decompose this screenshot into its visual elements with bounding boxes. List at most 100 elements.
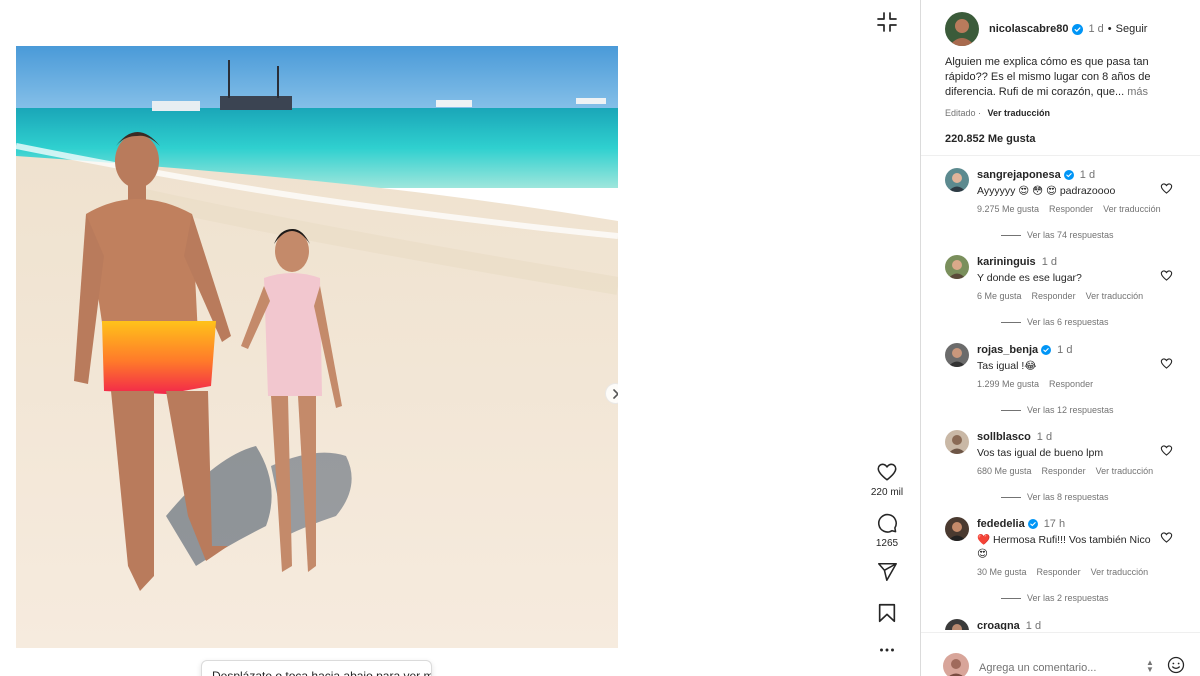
comment-text: Y donde es ese lugar? [977, 272, 1082, 284]
comment-actions: 9.275 Me gusta Responder Ver traducción [977, 204, 1161, 214]
author-username[interactable]: nicolascabre80 [989, 23, 1069, 35]
heart-icon[interactable] [1160, 444, 1173, 457]
heart-icon[interactable] [1160, 531, 1173, 544]
verified-badge-icon [1027, 519, 1038, 530]
view-replies-link[interactable]: Ver las 74 respuestas [1001, 230, 1114, 240]
heart-icon[interactable] [1160, 182, 1173, 195]
reply-button[interactable]: Responder [1037, 567, 1081, 577]
comment-time[interactable]: 1 d [1057, 344, 1072, 356]
comment-username[interactable]: rojas_benja [977, 344, 1038, 356]
send-icon[interactable] [876, 561, 898, 583]
avatar[interactable] [945, 619, 969, 630]
chevron-right-icon [612, 388, 618, 399]
likes-count: 220 mil [870, 487, 904, 498]
more-icon[interactable] [876, 644, 898, 656]
avatar[interactable] [945, 517, 969, 541]
view-replies-link[interactable]: Ver las 8 respuestas [1001, 492, 1109, 502]
caption-text: Alguien me explica cómo es que pasa tan … [945, 56, 1151, 98]
comment-time[interactable]: 17 h [1044, 518, 1065, 530]
follow-button[interactable]: Seguir [1116, 23, 1148, 35]
heart-icon[interactable] [1160, 269, 1173, 282]
avatar[interactable] [945, 168, 969, 192]
avatar[interactable] [945, 12, 979, 46]
post-likes-count[interactable]: 220.852 Me gusta [945, 133, 1036, 145]
view-replies-label: Ver las 12 respuestas [1027, 405, 1114, 415]
comment-time[interactable]: 1 d [1080, 169, 1095, 181]
view-replies-link[interactable]: Ver las 2 respuestas [1001, 593, 1109, 603]
comment-input[interactable] [979, 657, 1149, 676]
comments-count: 1265 [875, 538, 899, 549]
comment-header: sollblasco 1 d [977, 430, 1157, 445]
bookmark-icon[interactable] [876, 602, 898, 624]
translate-button[interactable]: Ver traducción [1096, 466, 1154, 476]
comment-username[interactable]: karininguis [977, 256, 1036, 268]
current-user-avatar-image [943, 653, 969, 676]
avatar-image [945, 168, 969, 192]
avatar-image [945, 517, 969, 541]
edited-label: Editado [945, 108, 976, 118]
reply-button[interactable]: Responder [1032, 291, 1076, 301]
comment-likes[interactable]: 680 Me gusta [977, 466, 1032, 476]
comment-likes[interactable]: 1.299 Me gusta [977, 379, 1039, 389]
comment-text: Vos tas igual de bueno lpm [977, 447, 1104, 459]
caption-more-link[interactable]: más [1127, 86, 1148, 98]
comment-time[interactable]: 1 d [1026, 620, 1041, 630]
view-replies-link[interactable]: Ver las 6 respuestas [1001, 317, 1109, 327]
heart-icon[interactable] [1160, 357, 1173, 370]
post-photo[interactable] [16, 46, 618, 648]
comment-body: karininguis 1 d Y donde es ese lugar? 6 M… [977, 255, 1157, 301]
replies-line [1001, 235, 1021, 237]
comments-list: sangrejaponesa 1 d Ayyyyyy 😍 😳 😍 padrazoo… [921, 156, 1200, 630]
separator-dot: • [1107, 23, 1112, 35]
post-sidebar: nicolascabre80 1 d • Seguir Alguien me e… [920, 0, 1200, 676]
share-action [866, 561, 908, 583]
reply-button[interactable]: Responder [1049, 379, 1093, 389]
comment-icon[interactable] [876, 512, 898, 534]
post-header: nicolascabre80 1 d • Seguir [945, 12, 1147, 46]
collapse-icon [877, 12, 897, 32]
comment-header: rojas_benja 1 d [977, 343, 1157, 358]
see-translation-link[interactable]: Ver traducción [988, 108, 1051, 118]
comment-actions: 30 Me gusta Responder Ver traducción [977, 567, 1157, 577]
avatar-image [945, 619, 969, 630]
avatar[interactable] [945, 343, 969, 367]
avatar[interactable] [945, 430, 969, 454]
comment-time[interactable]: 1 d [1042, 256, 1057, 268]
comment-likes[interactable]: 9.275 Me gusta [977, 204, 1039, 214]
comment-username[interactable]: sollblasco [977, 431, 1031, 443]
stepper-down-icon: ▼ [1146, 665, 1154, 674]
comment-actions: 6 Me gusta Responder Ver traducción [977, 291, 1157, 301]
reply-button[interactable]: Responder [1049, 204, 1093, 214]
comment-text: ❤️ Hermosa Rufi!!! Vos también Nico 😍 [977, 534, 1151, 560]
beach-photo-illustration [16, 46, 618, 648]
avatar-image [945, 430, 969, 454]
heart-icon[interactable] [876, 461, 898, 483]
collapse-button[interactable] [875, 10, 899, 34]
comment-text: Ayyyyyy 😍 😳 😍 padrazoooo [977, 185, 1116, 197]
comment-time[interactable]: 1 d [1037, 431, 1052, 443]
translate-button[interactable]: Ver traducción [1103, 204, 1161, 214]
view-replies-label: Ver las 2 respuestas [1027, 593, 1109, 603]
comment-input-stepper[interactable]: ▲ ▼ [1146, 659, 1154, 674]
avatar[interactable] [945, 255, 969, 279]
save-action [866, 602, 908, 624]
instagram-post-view: Desplázate o toca hacia abajo para ver m… [0, 0, 1200, 676]
caption-meta: Editado · Ver traducción [945, 108, 1050, 118]
post-time[interactable]: 1 d [1089, 23, 1104, 35]
view-replies-link[interactable]: Ver las 12 respuestas [1001, 405, 1114, 415]
avatar [943, 653, 969, 676]
replies-line [1001, 598, 1021, 600]
divider [921, 632, 1200, 633]
comment-username[interactable]: fededelia [977, 518, 1025, 530]
comment-composer: ▲▼ [943, 651, 1193, 676]
reply-button[interactable]: Responder [1042, 466, 1086, 476]
comment-likes[interactable]: 30 Me gusta [977, 567, 1027, 577]
comment-username[interactable]: croagna [977, 620, 1020, 630]
emoji-icon[interactable] [1167, 656, 1185, 674]
comment-username[interactable]: sangrejaponesa [977, 169, 1061, 181]
translate-button[interactable]: Ver traducción [1086, 291, 1144, 301]
comment-likes[interactable]: 6 Me gusta [977, 291, 1022, 301]
comment-body: fededelia 17 h ❤️ Hermosa Rufi!!! Vos tam… [977, 517, 1157, 577]
translate-button[interactable]: Ver traducción [1091, 567, 1149, 577]
like-action: 220 mil [866, 461, 908, 498]
